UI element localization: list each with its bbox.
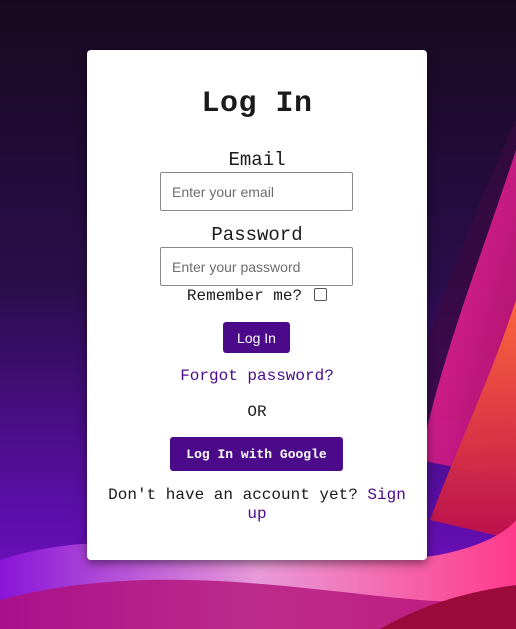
forgot-password-link[interactable]: Forgot password? (180, 367, 334, 385)
remember-me-checkbox[interactable] (314, 288, 328, 301)
remember-me-label: Remember me? (186, 287, 303, 305)
page-title: Log In (201, 87, 313, 121)
login-button[interactable]: Log In (223, 322, 290, 353)
email-label: Email (228, 149, 286, 171)
forgot-password-row: Forgot password? (87, 366, 427, 386)
email-field[interactable] (160, 172, 353, 211)
password-label: Password (211, 224, 303, 246)
signup-prompt-text: Don't have an account yet? (108, 486, 358, 504)
or-divider-text: OR (247, 403, 267, 421)
login-card: Log In Email Password Remember me? Log I… (87, 50, 427, 560)
remember-me-row: Remember me? (87, 286, 427, 306)
google-login-button[interactable]: Log In with Google (170, 437, 343, 471)
password-field[interactable] (160, 247, 353, 286)
signup-prompt: Don't have an account yet? Sign up (107, 486, 407, 524)
